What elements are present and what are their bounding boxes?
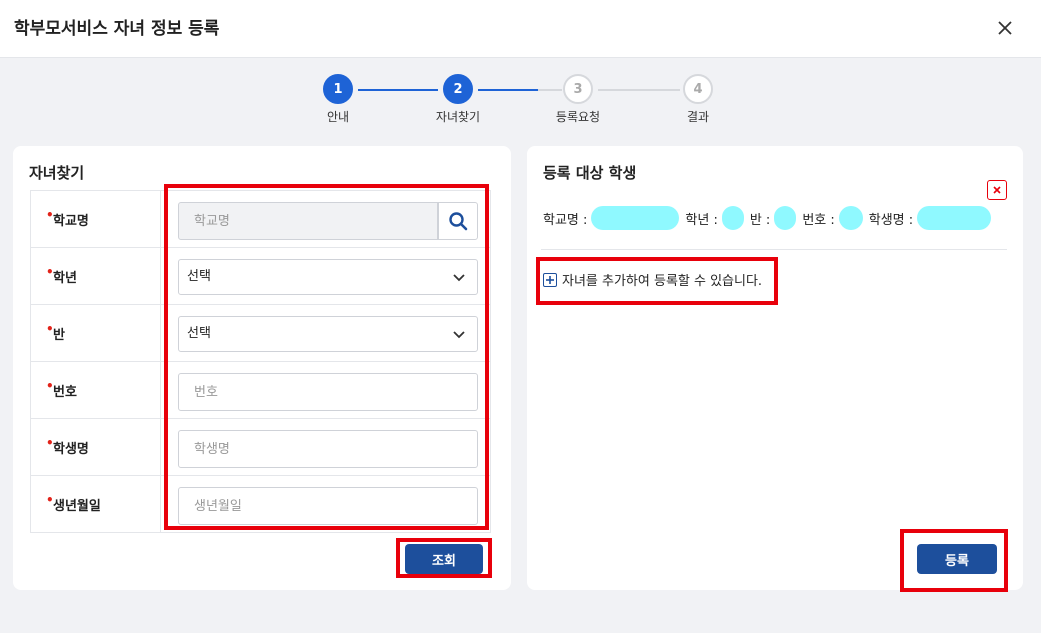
plus-icon xyxy=(543,272,557,287)
chevron-down-icon xyxy=(453,274,465,282)
close-icon xyxy=(993,186,1001,194)
step-4: 4 결과 xyxy=(658,74,738,125)
step-number: 2 xyxy=(443,74,473,104)
info-school-label: 학교명 : xyxy=(543,212,588,228)
close-button[interactable] xyxy=(991,14,1019,42)
step-label: 결과 xyxy=(686,110,710,124)
info-class-label: 반 : xyxy=(749,212,771,228)
panel-title: 등록 대상 학생 xyxy=(543,164,637,182)
step-1: 1 안내 xyxy=(298,74,378,125)
info-name-label: 학생명 : xyxy=(868,212,914,228)
step-number: 1 xyxy=(323,74,353,104)
step-2: 2 자녀찾기 xyxy=(418,74,498,125)
redacted-value xyxy=(774,206,797,230)
name-label: 학생명 xyxy=(53,442,89,457)
form-label: • 학교명 xyxy=(31,191,161,247)
step-label: 자녀찾기 xyxy=(435,110,481,124)
form-row-school: • 학교명 xyxy=(30,191,491,248)
divider xyxy=(541,249,1007,250)
child-search-panel: 자녀찾기 • 학교명 • 학년 선택 xyxy=(13,146,511,590)
search-form: • 학교명 • 학년 선택 xyxy=(30,190,491,533)
add-child-text: 자녀를 추가하여 등록할 수 있습니다. xyxy=(562,274,763,289)
redacted-value xyxy=(838,206,863,230)
redacted-value xyxy=(591,206,680,230)
form-row-birth: • 생년월일 xyxy=(30,476,491,533)
school-input[interactable] xyxy=(178,202,438,240)
school-label: 학교명 xyxy=(53,214,89,229)
form-label: • 번호 xyxy=(31,362,161,418)
close-icon xyxy=(998,21,1012,35)
grade-select-value: 선택 xyxy=(187,269,211,284)
info-number-label: 번호 : xyxy=(802,212,835,228)
add-child-link[interactable]: 자녀를 추가하여 등록할 수 있습니다. xyxy=(543,270,762,289)
redacted-value xyxy=(917,206,992,230)
step-number: 3 xyxy=(563,74,593,104)
number-input[interactable] xyxy=(178,373,478,411)
modal-header: 학부모서비스 자녀 정보 등록 xyxy=(0,0,1041,58)
step-label: 안내 xyxy=(326,110,350,124)
form-label: • 생년월일 xyxy=(31,476,161,532)
form-label: • 학생명 xyxy=(31,419,161,475)
remove-student-button[interactable] xyxy=(987,180,1007,200)
stepper: 1 안내 2 자녀찾기 3 등록요청 4 결과 xyxy=(0,74,1041,130)
search-icon xyxy=(449,212,468,231)
student-info-line: 학교명 : 학년 : 반 : 번호 : 학생명 : xyxy=(543,204,997,232)
birth-label: 생년월일 xyxy=(53,499,101,514)
school-search-button[interactable] xyxy=(438,202,478,240)
form-label: • 학년 xyxy=(31,248,161,304)
student-name-input[interactable] xyxy=(178,430,478,468)
class-select[interactable]: 선택 xyxy=(178,316,478,352)
grade-label: 학년 xyxy=(53,271,77,286)
panel-title: 자녀찾기 xyxy=(29,164,85,182)
step-label: 등록요청 xyxy=(555,110,601,124)
grade-select[interactable]: 선택 xyxy=(178,259,478,295)
register-target-panel: 등록 대상 학생 학교명 : 학년 : 반 : 번호 : 학생명 : 자녀를 추… xyxy=(527,146,1023,590)
search-button[interactable]: 조회 xyxy=(405,544,483,574)
form-row-name: • 학생명 xyxy=(30,419,491,476)
modal-title: 학부모서비스 자녀 정보 등록 xyxy=(14,19,220,39)
redacted-value xyxy=(721,206,744,230)
class-select-value: 선택 xyxy=(187,326,211,341)
class-label: 반 xyxy=(53,328,65,343)
info-grade-label: 학년 : xyxy=(685,212,718,228)
step-number: 4 xyxy=(683,74,713,104)
register-button[interactable]: 등록 xyxy=(917,544,997,574)
step-3: 3 등록요청 xyxy=(538,74,618,125)
number-label: 번호 xyxy=(53,385,77,400)
form-row-grade: • 학년 선택 xyxy=(30,248,491,305)
form-label: • 반 xyxy=(31,305,161,361)
chevron-down-icon xyxy=(453,331,465,339)
form-row-class: • 반 선택 xyxy=(30,305,491,362)
form-row-number: • 번호 xyxy=(30,362,491,419)
birthdate-input[interactable] xyxy=(178,487,478,525)
